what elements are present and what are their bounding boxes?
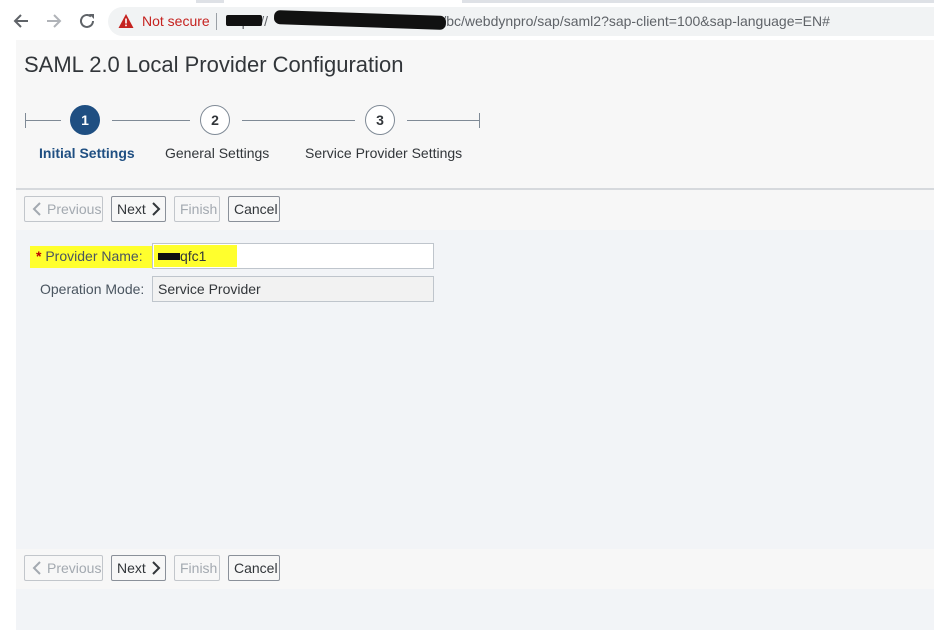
back-arrow-icon[interactable] bbox=[10, 10, 32, 32]
cancel-button[interactable]: Cancel bbox=[228, 555, 280, 581]
operation-mode-field: Service Provider bbox=[152, 276, 434, 302]
track-line bbox=[112, 120, 190, 121]
chevron-right-icon bbox=[152, 561, 161, 575]
track-end-tick bbox=[479, 113, 480, 128]
wizard-step-3-label[interactable]: Service Provider Settings bbox=[305, 145, 462, 161]
wizard-header: SAML 2.0 Local Provider Configuration 1 … bbox=[16, 40, 934, 190]
warning-triangle-icon[interactable] bbox=[118, 13, 134, 29]
wizard-step-2-indicator[interactable]: 2 bbox=[200, 105, 230, 135]
track-line bbox=[242, 120, 355, 121]
next-button-label: Next bbox=[117, 201, 146, 217]
address-bar[interactable]: Not secure https:// 8161/sap/bc/webdynpr… bbox=[108, 7, 934, 36]
bottom-button-toolbar: Previous Next Finish Cancel bbox=[16, 549, 934, 589]
required-asterisk: * bbox=[36, 248, 42, 264]
page-title: SAML 2.0 Local Provider Configuration bbox=[24, 52, 404, 77]
security-status[interactable]: Not secure bbox=[142, 13, 210, 29]
finish-button[interactable]: Finish bbox=[174, 555, 220, 581]
reload-icon[interactable] bbox=[76, 10, 98, 32]
finish-button[interactable]: Finish bbox=[174, 196, 220, 222]
track-line bbox=[407, 120, 480, 121]
tab-strip bbox=[0, 0, 934, 3]
address-divider bbox=[216, 13, 217, 30]
next-button-label: Next bbox=[117, 560, 146, 576]
redaction-mark bbox=[158, 252, 180, 260]
wizard-step-1-label[interactable]: Initial Settings bbox=[39, 145, 135, 161]
chevron-right-icon bbox=[152, 202, 161, 216]
provider-name-label-text: Provider Name: bbox=[45, 248, 143, 264]
app-content: SAML 2.0 Local Provider Configuration 1 … bbox=[16, 40, 934, 630]
chevron-left-icon bbox=[32, 561, 41, 575]
provider-name-input[interactable]: qfc1 bbox=[152, 243, 434, 269]
provider-name-label: * Provider Name: bbox=[36, 248, 143, 264]
top-button-toolbar: Previous Next Finish Cancel bbox=[16, 190, 934, 230]
provider-name-value: qfc1 bbox=[180, 248, 207, 264]
wizard-step-3-indicator[interactable]: 3 bbox=[365, 105, 395, 135]
cancel-button[interactable]: Cancel bbox=[228, 196, 280, 222]
wizard-step-1-indicator[interactable]: 1 bbox=[70, 105, 100, 135]
redaction-mark bbox=[226, 15, 262, 26]
forward-arrow-icon[interactable] bbox=[43, 10, 65, 32]
track-line bbox=[25, 120, 61, 121]
browser-toolbar: Not secure https:// 8161/sap/bc/webdynpr… bbox=[0, 0, 934, 40]
wizard-step-2-label[interactable]: General Settings bbox=[165, 145, 269, 161]
previous-button-label: Previous bbox=[47, 560, 102, 576]
next-button[interactable]: Next bbox=[111, 196, 166, 222]
previous-button[interactable]: Previous bbox=[24, 196, 103, 222]
operation-mode-label: Operation Mode: bbox=[40, 281, 145, 297]
previous-button-label: Previous bbox=[47, 201, 102, 217]
chevron-left-icon bbox=[32, 202, 41, 216]
next-button[interactable]: Next bbox=[111, 555, 166, 581]
previous-button[interactable]: Previous bbox=[24, 555, 103, 581]
